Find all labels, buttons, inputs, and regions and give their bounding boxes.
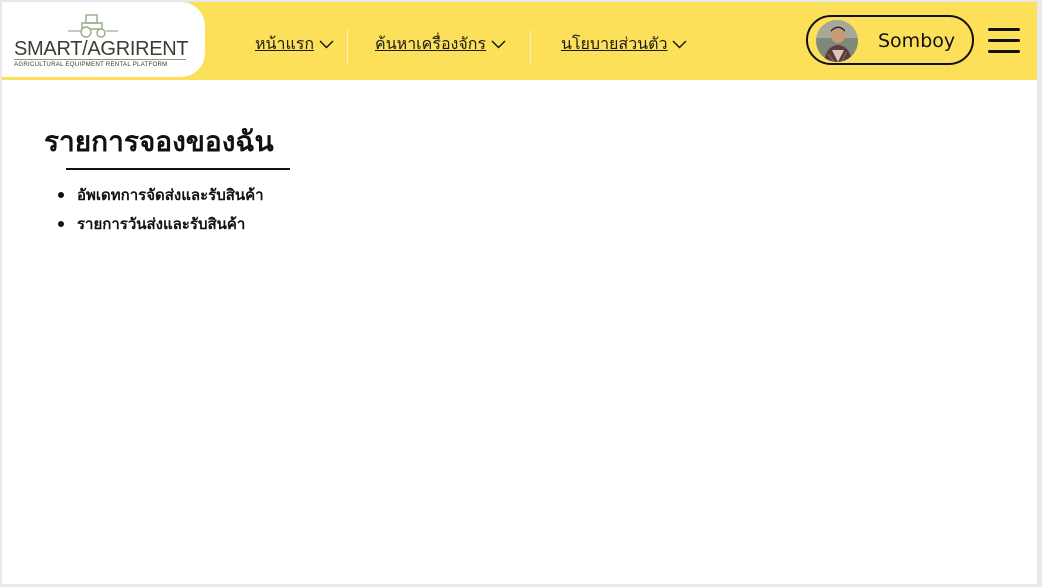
nav-item-label: นโยบายส่วนตัว bbox=[561, 34, 668, 53]
chevron-down-icon bbox=[672, 40, 687, 49]
chevron-down-icon bbox=[491, 40, 506, 49]
bullet-icon bbox=[58, 191, 64, 198]
brand-logo[interactable]: SMART/AGRIRENT AGRICULTURAL EQUIPMENT RE… bbox=[2, 2, 205, 77]
tractor-icon bbox=[68, 14, 118, 38]
chevron-down-icon bbox=[319, 40, 334, 49]
hamburger-menu-icon[interactable] bbox=[988, 28, 1022, 56]
nav-item-privacy-policy[interactable]: นโยบายส่วนตัว bbox=[561, 32, 687, 57]
nav-divider bbox=[530, 30, 531, 64]
top-navbar: SMART/AGRIRENT AGRICULTURAL EQUIPMENT RE… bbox=[2, 2, 1037, 80]
avatar bbox=[816, 20, 858, 62]
booking-links-list: อัพเดทการจัดส่งและรับสินค้า รายการวันส่ง… bbox=[58, 180, 264, 238]
delivery-dates-link[interactable]: รายการวันส่งและรับสินค้า bbox=[77, 212, 245, 236]
nav-item-search-machines[interactable]: ค้นหาเครื่องจักร bbox=[375, 32, 506, 57]
brand-name: SMART/AGRIRENT bbox=[14, 38, 189, 60]
nav-item-label: หน้าแรก bbox=[255, 34, 315, 53]
page-title: รายการจองของฉัน bbox=[44, 125, 274, 158]
title-underline bbox=[66, 168, 290, 170]
nav-divider bbox=[347, 30, 348, 64]
user-name: Somboy bbox=[878, 30, 956, 52]
list-item: รายการวันส่งและรับสินค้า bbox=[58, 209, 264, 238]
update-delivery-link[interactable]: อัพเดทการจัดส่งและรับสินค้า bbox=[77, 183, 264, 207]
brand-tagline: AGRICULTURAL EQUIPMENT RENTAL PLATFORM bbox=[14, 61, 168, 68]
brand-divider bbox=[14, 59, 186, 60]
nav-item-home[interactable]: หน้าแรก bbox=[255, 32, 334, 57]
nav-item-label: ค้นหาเครื่องจักร bbox=[375, 34, 487, 53]
list-item: อัพเดทการจัดส่งและรับสินค้า bbox=[58, 180, 264, 209]
user-profile-button[interactable]: Somboy bbox=[806, 15, 974, 65]
app-window: SMART/AGRIRENT AGRICULTURAL EQUIPMENT RE… bbox=[2, 2, 1037, 584]
bullet-icon bbox=[58, 220, 64, 227]
